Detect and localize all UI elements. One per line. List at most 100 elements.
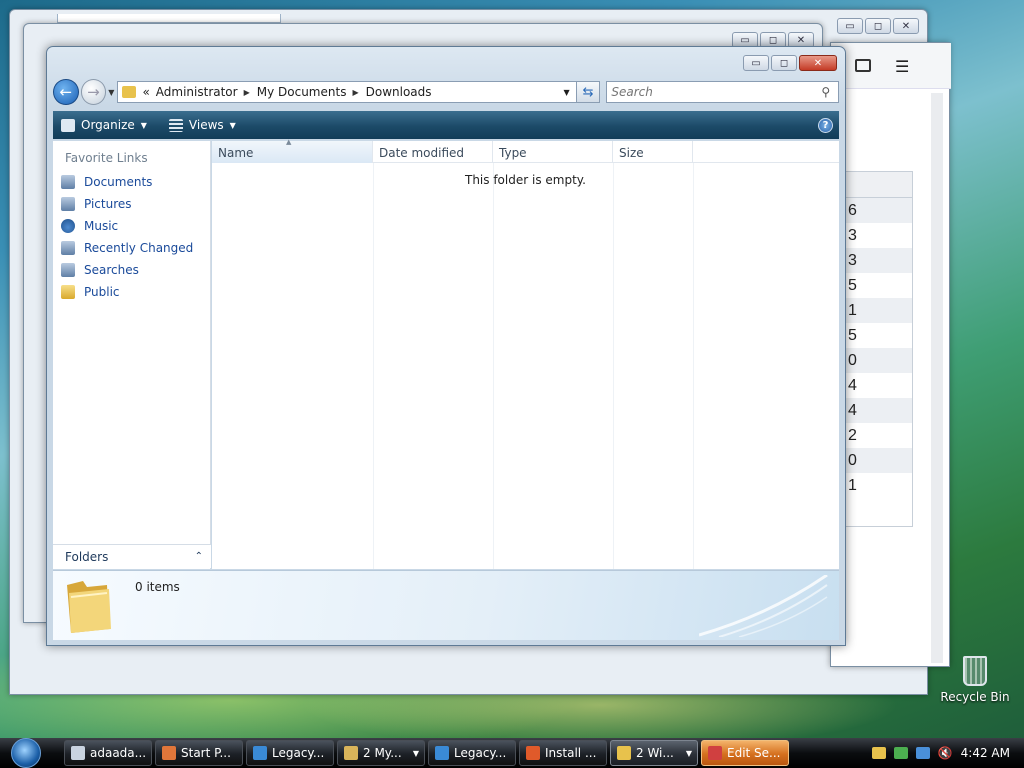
- search-box[interactable]: ⚲: [606, 81, 839, 103]
- clock[interactable]: 4:42 AM: [961, 746, 1010, 760]
- tray-network-icon[interactable]: [915, 747, 930, 759]
- close-button[interactable]: ✕: [799, 55, 837, 71]
- organize-label: Organize: [81, 118, 135, 132]
- column-label: Type: [499, 146, 527, 160]
- favorite-music[interactable]: Music: [53, 215, 210, 237]
- tray-app-icon[interactable]: [871, 747, 886, 759]
- taskbar-button[interactable]: Legacy...: [246, 740, 334, 766]
- taskbar-button[interactable]: 2 My... ▼: [337, 740, 425, 766]
- upload-icon: [435, 746, 449, 760]
- forward-button[interactable]: →: [80, 79, 107, 105]
- searches-icon: [61, 263, 75, 277]
- vertical-scrollbar[interactable]: [931, 93, 943, 663]
- breadcrumb-separator-icon[interactable]: ▶: [244, 88, 250, 97]
- item-count: 0 items: [135, 580, 180, 594]
- tray-security-icon[interactable]: [893, 747, 908, 759]
- folder-large-icon: [67, 581, 111, 633]
- background-list-row: 0: [846, 348, 912, 373]
- public-folder-icon: [61, 285, 75, 299]
- column-header-size[interactable]: Size: [613, 141, 693, 163]
- column-divider: [373, 163, 374, 569]
- volume-muted-icon[interactable]: 🔇: [938, 746, 953, 760]
- favorite-recently-changed[interactable]: Recently Changed: [53, 237, 210, 259]
- favorite-label: Recently Changed: [84, 241, 194, 255]
- taskbar-button[interactable]: adaada...: [64, 740, 152, 766]
- views-menu[interactable]: Views ▼: [168, 118, 236, 132]
- background-list-row: 1: [848, 476, 857, 494]
- back-button[interactable]: ←: [53, 79, 79, 105]
- background-list-row: 2: [848, 426, 857, 444]
- favorite-label: Public: [84, 285, 120, 299]
- close-button[interactable]: ✕: [893, 18, 919, 34]
- help-icon[interactable]: ?: [818, 117, 833, 133]
- start-button[interactable]: [0, 738, 52, 768]
- organize-icon: [61, 118, 75, 132]
- file-list[interactable]: ▲ Name Date modified Type Size This fold…: [212, 138, 839, 569]
- breadcrumb-separator-icon[interactable]: ▶: [352, 88, 358, 97]
- chevron-down-icon: ▼: [140, 120, 147, 130]
- taskbar-button-label: adaada...: [90, 746, 147, 760]
- music-icon: [61, 219, 75, 233]
- favorite-searches[interactable]: Searches: [53, 259, 210, 281]
- sidebar-toggle-icon[interactable]: [855, 59, 871, 72]
- forward-arrow-icon: →: [87, 83, 100, 101]
- taskbar-button-label: Legacy...: [454, 746, 507, 760]
- favorite-pictures[interactable]: Pictures: [53, 193, 210, 215]
- recycle-bin-shortcut[interactable]: Recycle Bin: [940, 656, 1010, 704]
- taskbar-button[interactable]: Edit Se...: [701, 740, 789, 766]
- breadcrumb-overflow[interactable]: «: [142, 85, 149, 99]
- menu-icon[interactable]: ☰: [895, 57, 909, 76]
- background-list-row: 4: [846, 398, 912, 423]
- search-icon[interactable]: ⚲: [821, 85, 830, 99]
- minimize-button[interactable]: ▭: [837, 18, 863, 34]
- minimize-button[interactable]: ▭: [743, 55, 769, 71]
- navigation-pane: Favorite Links Documents Pictures Music …: [53, 141, 211, 569]
- favorite-label: Pictures: [84, 197, 132, 211]
- favorite-label: Searches: [84, 263, 139, 277]
- maximize-button[interactable]: ◻: [865, 18, 891, 34]
- search-input[interactable]: [611, 85, 822, 99]
- taskbar-button[interactable]: Install ...: [519, 740, 607, 766]
- background-list-row: 6: [846, 198, 912, 223]
- taskbar-button-label: Legacy...: [272, 746, 325, 760]
- folders-label: Folders: [65, 549, 109, 564]
- back-arrow-icon: ←: [59, 83, 73, 101]
- refresh-button[interactable]: ⇆: [576, 81, 601, 103]
- background-list-row: 4: [848, 376, 857, 394]
- explorer-window[interactable]: ▭ ◻ ✕ ← → ▼ « Administrator ▶ My Documen…: [46, 46, 846, 646]
- recent-pages-dropdown[interactable]: ▼: [108, 88, 114, 97]
- views-icon: [168, 118, 183, 132]
- maximize-button[interactable]: ◻: [771, 55, 797, 71]
- taskbar-button-label: Start P...: [181, 746, 231, 760]
- breadcrumb-downloads[interactable]: Downloads: [366, 85, 432, 99]
- taskbar-buttons: adaada... Start P... Legacy... 2 My... ▼ Lega…: [64, 740, 789, 766]
- column-divider: [613, 163, 614, 569]
- pictures-icon: [61, 197, 75, 211]
- folders-toggle[interactable]: Folders ⌃: [53, 544, 211, 568]
- address-dropdown-icon[interactable]: ▼: [564, 88, 570, 97]
- column-header-type[interactable]: Type: [493, 141, 613, 163]
- notification-area: 🔇 4:42 AM: [871, 746, 1024, 760]
- background-list-row: 5: [848, 276, 857, 294]
- favorite-documents[interactable]: Documents: [53, 171, 210, 193]
- breadcrumb-administrator[interactable]: Administrator: [156, 85, 238, 99]
- folder-icon: [617, 746, 631, 760]
- column-label: Size: [619, 146, 644, 160]
- folder-icon: [122, 86, 137, 98]
- recently-changed-icon: [61, 241, 75, 255]
- address-bar[interactable]: « Administrator ▶ My Documents ▶ Downloa…: [117, 81, 577, 103]
- taskbar-button[interactable]: Legacy...: [428, 740, 516, 766]
- organize-menu[interactable]: Organize ▼: [61, 118, 147, 132]
- favorite-public[interactable]: Public: [53, 281, 210, 303]
- taskbar-button[interactable]: 2 Wi... ▼: [610, 740, 698, 766]
- sort-ascending-icon: ▲: [286, 138, 292, 146]
- column-divider: [493, 163, 494, 569]
- column-header-date-modified[interactable]: Date modified: [373, 141, 493, 163]
- breadcrumb-my-documents[interactable]: My Documents: [257, 85, 347, 99]
- background-window-right[interactable]: ☰ 6 3 3 5 1 5 0 4 4 2 0 1: [830, 42, 951, 667]
- column-header-name[interactable]: ▲ Name: [212, 138, 373, 163]
- shield-icon: [708, 746, 722, 760]
- taskbar-button[interactable]: Start P...: [155, 740, 243, 766]
- chevron-down-icon: ▼: [685, 748, 692, 758]
- favorite-label: Music: [84, 219, 119, 233]
